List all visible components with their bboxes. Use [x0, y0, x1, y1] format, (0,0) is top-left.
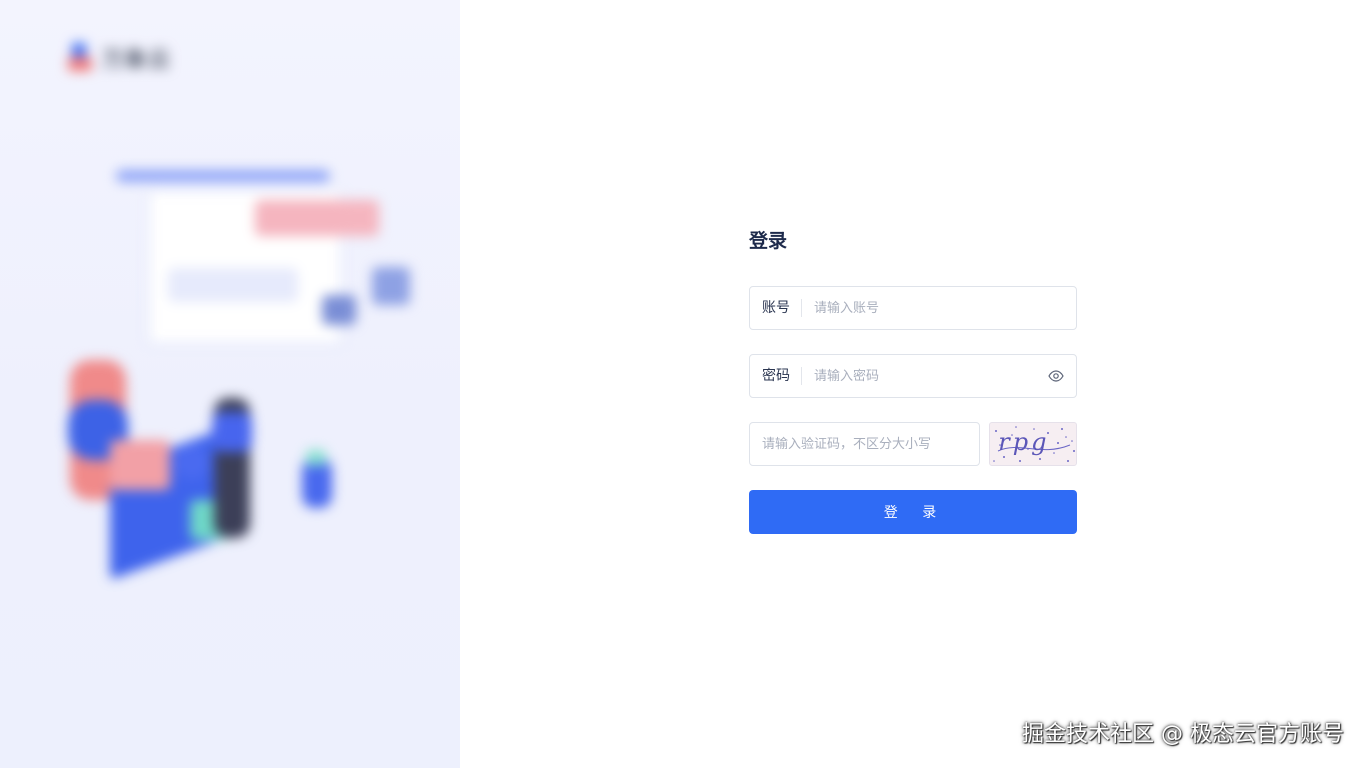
captcha-text: rpg — [998, 428, 1050, 456]
login-title: 登录 — [749, 230, 788, 252]
brand-logo: 万象云 — [68, 42, 171, 74]
logo-icon — [68, 43, 94, 73]
account-input[interactable] — [802, 287, 1076, 329]
illustration-panel: 万象云 — [0, 0, 460, 768]
eye-icon[interactable] — [1036, 356, 1076, 396]
account-label: 账号 — [750, 299, 802, 317]
login-page: 万象云 登录 账号 密码 — [0, 0, 1366, 768]
illustration-ball — [174, 444, 210, 480]
illustration-bottle-top — [306, 450, 326, 466]
watermark-text: 掘金技术社区 @ 极态云官方账号 — [1022, 722, 1344, 747]
login-button[interactable]: 登 录 — [749, 490, 1077, 534]
captcha-image[interactable]: rpg — [989, 422, 1077, 466]
illustration-text-lines — [168, 268, 298, 302]
illustration-top-bar — [116, 170, 330, 182]
captcha-row: rpg — [749, 422, 1077, 466]
captcha-field[interactable] — [749, 422, 981, 466]
blurred-illustration: 万象云 — [0, 0, 460, 768]
password-field[interactable]: 密码 — [749, 354, 1077, 398]
illustration-pink-badge — [255, 200, 379, 236]
password-input[interactable] — [802, 355, 1036, 397]
illustration-box-1 — [322, 295, 356, 325]
illustration-figure-2-shirt — [212, 412, 252, 452]
illustration-pink-block — [110, 440, 170, 490]
password-label: 密码 — [750, 367, 802, 385]
illustration-box-2 — [372, 267, 410, 305]
logo-text: 万象云 — [102, 48, 172, 73]
login-form: 登录 账号 密码 — [749, 226, 1077, 534]
captcha-input[interactable] — [750, 423, 980, 465]
account-field[interactable]: 账号 — [749, 286, 1077, 330]
